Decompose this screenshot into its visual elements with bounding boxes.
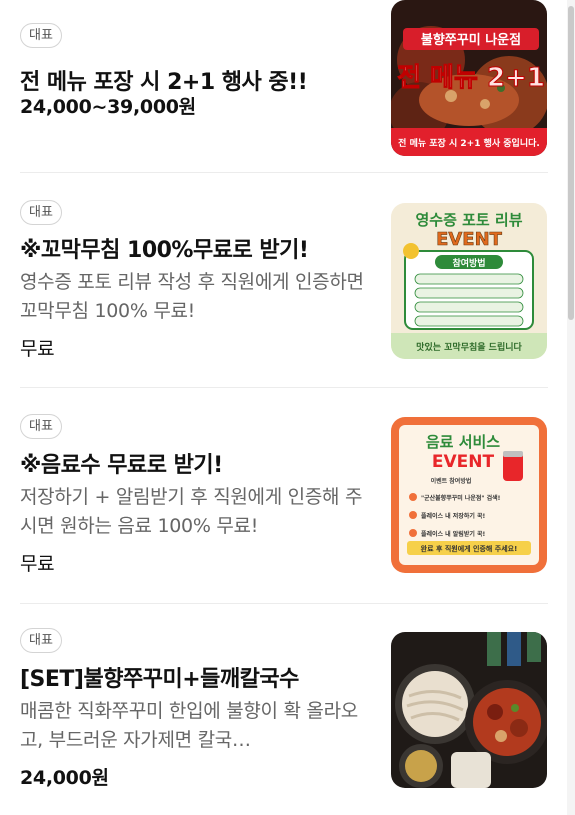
image-headline: 전 메뉴 2+1 (397, 63, 545, 93)
image-event-title: 영수증 포토 리뷰 (415, 211, 522, 229)
representative-badge: 대표 (20, 628, 62, 653)
menu-thumbnail[interactable]: 음료 서비스 EVENT 이벤트 참여방법 "군산불향쭈꾸미 나운점" 검색! … (391, 417, 547, 573)
image-how-to: 이벤트 참여방법 (431, 477, 472, 485)
scrollbar-thumb[interactable] (568, 6, 574, 320)
image-event-title: 음료 서비스 (426, 433, 500, 451)
menu-price: 24,000~39,000원 (20, 96, 196, 118)
image-footer: 완료 후 직원에게 인증해 주세요! (421, 544, 518, 553)
menu-description: 저장하기 + 알림받기 후 직원에게 인증해 주시면 원하는 음료 100% 무… (20, 486, 363, 537)
menu-item[interactable]: 대표 ※음료수 무료로 받기! 저장하기 + 알림받기 후 직원에게 인증해 주… (20, 388, 548, 575)
set-menu-food-photo (391, 632, 547, 788)
menu-item[interactable]: 대표 전 메뉴 포장 시 2+1 행사 중!! 24,000~39,000원 불… (20, 0, 548, 173)
menu-title[interactable]: [SET]불향쭈꾸미+들깨칼국수 (20, 661, 370, 693)
image-store-name: 불향쭈꾸미 나운점 (421, 32, 521, 48)
menu-thumbnail[interactable] (391, 632, 547, 788)
menu-title[interactable]: ※음료수 무료로 받기! (20, 447, 370, 479)
menu-description: 영수증 포토 리뷰 작성 후 직원에게 인증하면 꼬막무침 100% 무료! (20, 271, 364, 322)
receipt-review-event-image: 영수증 포토 리뷰 EVENT 참여방법 맛있는 꼬막무침을 드립니다 (391, 203, 547, 359)
promo-2plus1-image: 불향쭈꾸미 나운점 전 메뉴 2+1 전 메뉴 포장 시 2+1 행사 중입니다… (391, 0, 547, 156)
menu-item[interactable]: 대표 [SET]불향쭈꾸미+들깨칼국수 매콤한 직화쭈꾸미 한입에 불향이 확 … (20, 604, 548, 789)
image-step-1: "군산불향쭈꾸미 나운점" 검색! (421, 494, 500, 502)
representative-badge: 대표 (20, 23, 62, 48)
menu-item[interactable]: 대표 ※꼬막무침 100%무료로 받기! 영수증 포토 리뷰 작성 후 직원에게… (20, 173, 548, 388)
image-step-3: 플레이스 내 알림받기 꾹! (421, 530, 485, 538)
image-footer: 전 메뉴 포장 시 2+1 행사 중입니다. (398, 137, 540, 149)
menu-price: 무료 (20, 553, 55, 575)
image-footer: 맛있는 꼬막무침을 드립니다 (416, 341, 522, 353)
image-step-2: 플레이스 내 저장하기 꾹! (421, 512, 485, 520)
image-event-word: EVENT (432, 452, 495, 472)
scrollbar-track[interactable] (567, 0, 575, 815)
image-event-word: EVENT (436, 229, 503, 250)
drink-service-event-image: 음료 서비스 EVENT 이벤트 참여방법 "군산불향쭈꾸미 나운점" 검색! … (391, 417, 547, 573)
menu-price: 24,000원 (20, 767, 109, 789)
menu-price: 무료 (20, 338, 55, 360)
menu-title[interactable]: ※꼬막무침 100%무료로 받기! (20, 232, 370, 264)
representative-badge: 대표 (20, 200, 62, 225)
menu-thumbnail[interactable]: 영수증 포토 리뷰 EVENT 참여방법 맛있는 꼬막무침을 드립니다 (391, 203, 547, 359)
menu-description: 매콤한 직화쭈꾸미 한입에 불향이 확 올라오고, 부드러운 자가제면 칼국… (20, 700, 358, 751)
image-how-to: 참여방법 (452, 257, 485, 269)
representative-badge: 대표 (20, 414, 62, 439)
menu-thumbnail[interactable]: 불향쭈꾸미 나운점 전 메뉴 2+1 전 메뉴 포장 시 2+1 행사 중입니다… (391, 0, 547, 156)
